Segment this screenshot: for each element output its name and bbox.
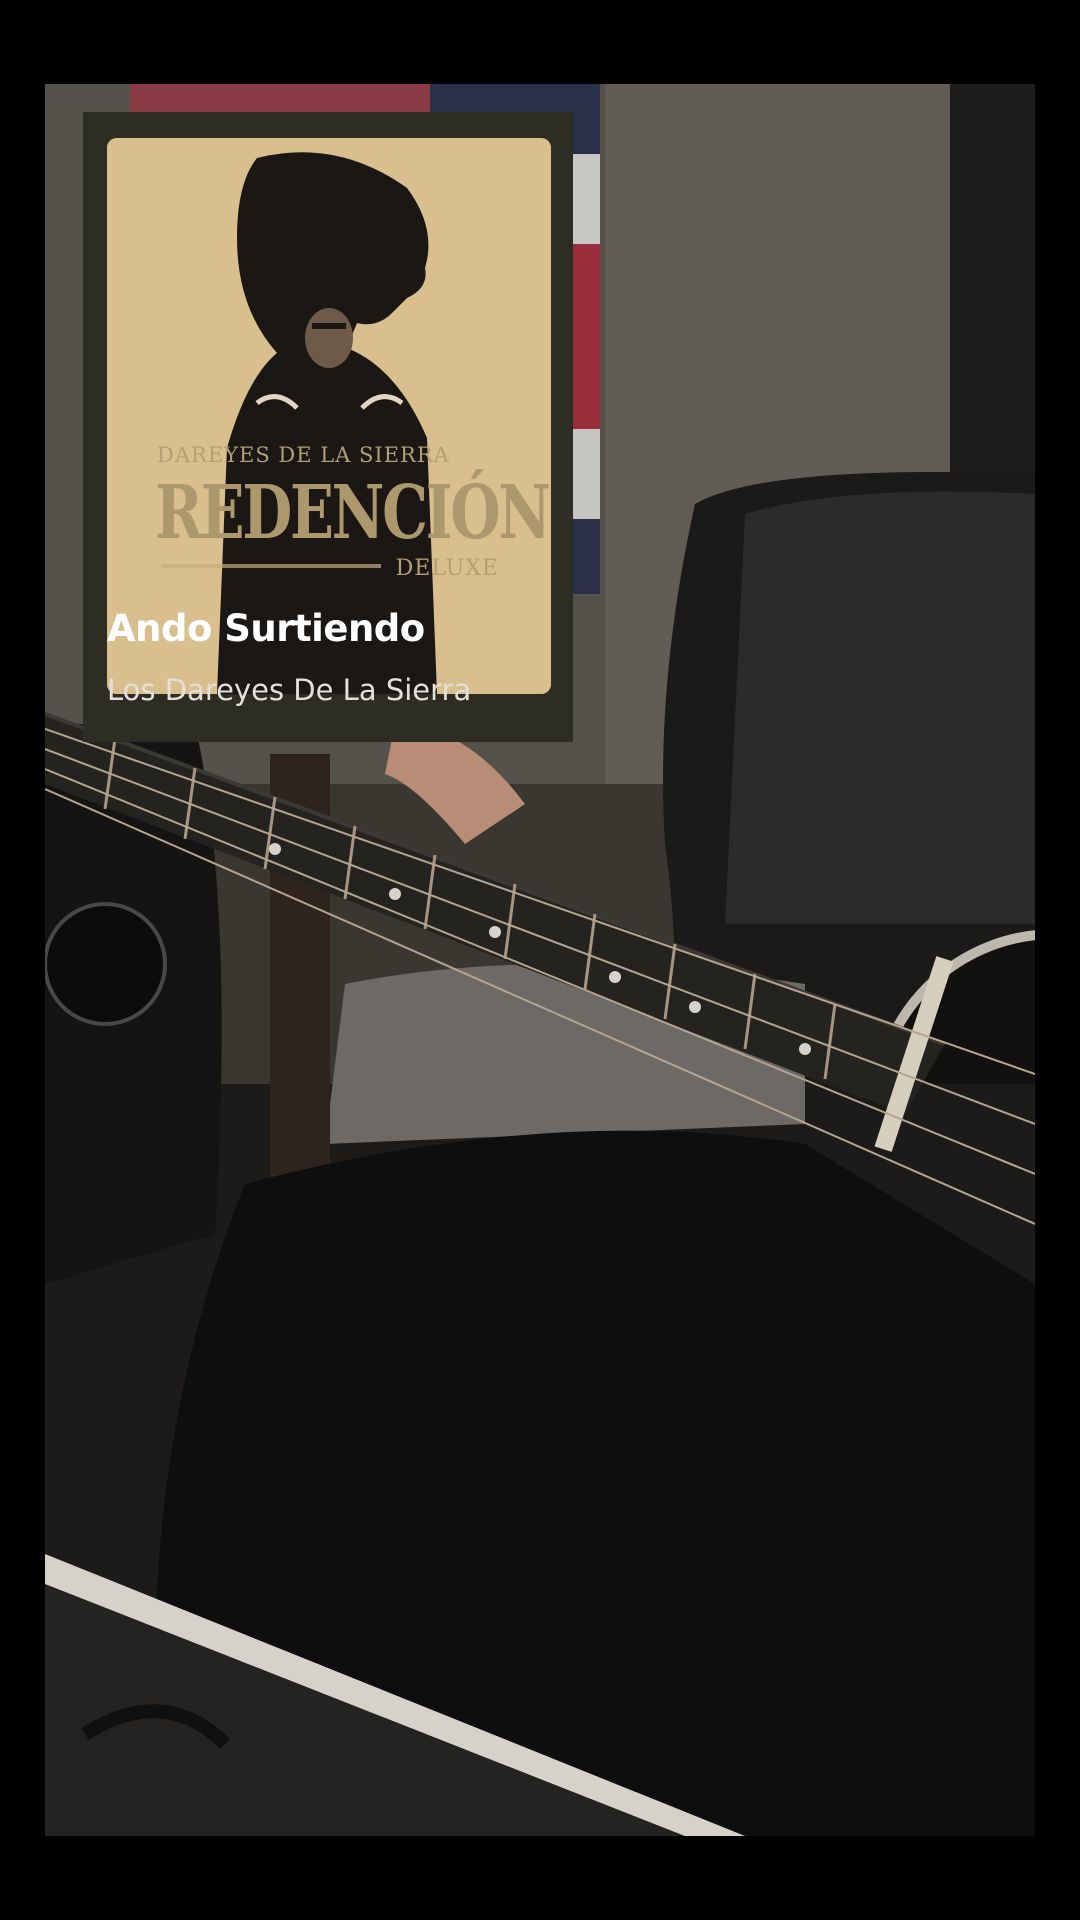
album-artist-text: DAREYES DE LA SIERRA	[157, 443, 450, 467]
album-title-text: REDENCIÓN	[155, 470, 551, 556]
track-artist: Los Dareyes De La Sierra	[107, 673, 472, 707]
album-edition-text: DELUXE	[395, 556, 499, 581]
album-credits-line	[161, 564, 381, 568]
track-title: Ando Surtiendo	[107, 607, 425, 650]
track-card[interactable]: DAREYES DE LA SIERRA REDENCIÓN DELUXE An…	[83, 112, 573, 742]
story-screen: DAREYES DE LA SIERRA REDENCIÓN DELUXE An…	[0, 0, 1080, 1920]
